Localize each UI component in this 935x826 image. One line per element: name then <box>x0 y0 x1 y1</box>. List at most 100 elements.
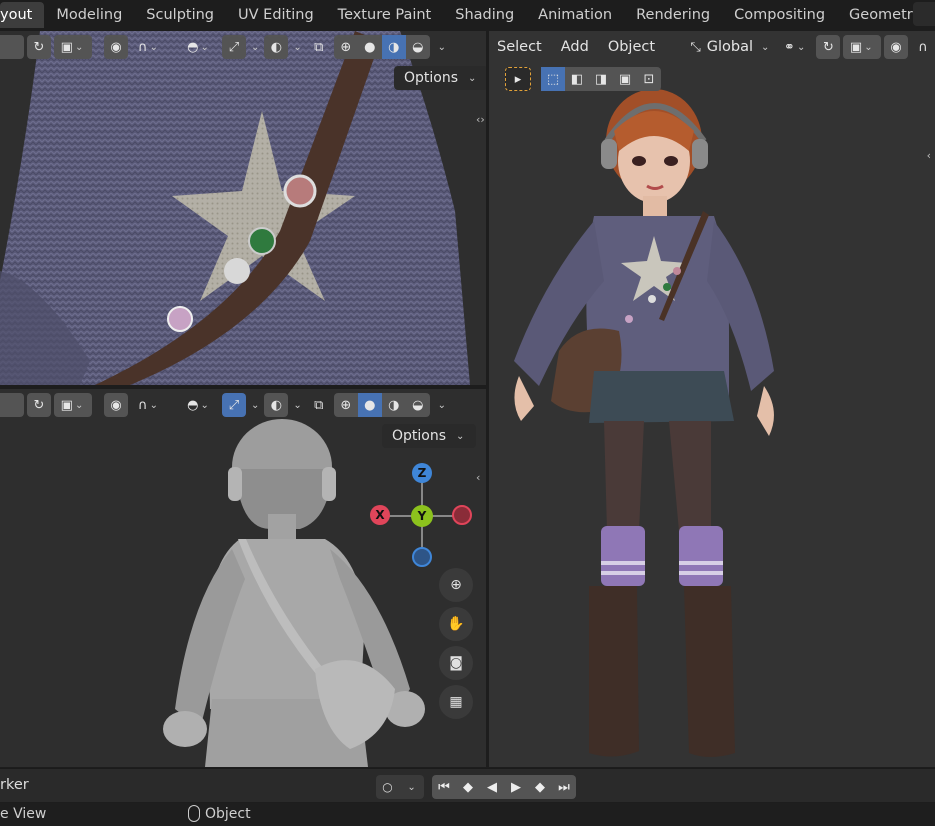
collapse-arrow-icon[interactable]: ‹ <box>476 471 480 484</box>
jump-start-icon[interactable]: ⏮ <box>432 775 456 799</box>
transform-orientation-dropdown[interactable]: ⤡ Global ⌄ <box>687 35 775 59</box>
pivot-icon[interactable]: ⚭ ⌄ <box>778 35 814 59</box>
chevron-down-icon: ⌄ <box>407 781 416 793</box>
falloff-icon[interactable]: ∩ ⌄ <box>131 393 167 417</box>
select-mode-row: ▸ ⬚ ◧ ◨ ▣ ⊡ <box>505 67 661 91</box>
character-render <box>489 31 935 767</box>
tab-uv-editing[interactable]: UV Editing <box>226 2 326 28</box>
tab-shading[interactable]: Shading <box>443 2 526 28</box>
tab-sculpting[interactable]: Sculpting <box>134 2 226 28</box>
orientation-label: Global <box>706 39 754 55</box>
falloff-icon[interactable]: ∩ ⌄ <box>131 35 167 59</box>
overlay-icon[interactable]: ◐ <box>264 35 289 59</box>
zoom-icon[interactable]: ⊕ <box>439 568 473 602</box>
snap-target-icon[interactable]: ▣ ⌄ <box>54 393 92 417</box>
select-intersect-icon[interactable]: ⊡ <box>637 67 661 91</box>
camera-icon[interactable]: ◙ <box>439 646 473 680</box>
grid-icon[interactable]: ▦ <box>439 685 473 719</box>
material-shading-icon[interactable]: ◑ <box>381 35 406 59</box>
gizmo-y-axis[interactable]: Y <box>411 505 433 527</box>
wireframe-shading-icon[interactable]: ⊕ <box>334 393 358 417</box>
navigation-gizmo[interactable]: Z X Y <box>368 463 476 571</box>
snap-toggle-icon[interactable]: ↻ <box>816 35 841 59</box>
selection-mode-group: ⬚ ◧ ◨ ▣ ⊡ <box>541 67 661 91</box>
chevron-down-icon: ⌄ <box>468 72 477 84</box>
gizmo-icon[interactable]: ⤢ <box>222 35 246 59</box>
overlay-dropdown[interactable]: ⌄ <box>291 393 303 417</box>
gizmo-dropdown[interactable]: ⌄ <box>249 393 261 417</box>
marker-menu[interactable]: rker <box>0 777 29 793</box>
gizmo-neg-z-axis[interactable] <box>412 547 432 567</box>
select-subtract-icon[interactable]: ◨ <box>589 67 613 91</box>
shading-dropdown[interactable]: ⌄ <box>433 35 451 59</box>
select-invert-icon[interactable]: ▣ <box>613 67 637 91</box>
keyframe-next-icon[interactable]: ◆ <box>528 775 552 799</box>
proportional-icon[interactable]: ◉ <box>104 35 128 59</box>
play-reverse-icon[interactable]: ◀ <box>480 775 504 799</box>
status-left-text: e View <box>0 806 47 822</box>
tab-rendering[interactable]: Rendering <box>624 2 722 28</box>
chevron-down-icon: ⌄ <box>761 41 770 53</box>
select-extend-icon[interactable]: ◧ <box>565 67 589 91</box>
viewport-main[interactable]: Select Add Object ⤡ Global ⌄ ⚭ ⌄ ↻ ▣ ⌄ ◉ ∩… <box>489 31 935 767</box>
viewport-clay[interactable]: ↻ ▣ ⌄ ◉ ∩ ⌄ ◓ ⌄ ⤢ ⌄ ◐ ⌄ ⧉ ⊕ ● ◑ ◒ ⌄ Options… <box>0 389 486 767</box>
tab-layout[interactable]: yout <box>0 2 45 28</box>
options-button[interactable]: Options ⌄ <box>382 424 477 448</box>
solid-shading-icon[interactable]: ● <box>357 393 382 417</box>
tab-texture-paint[interactable]: Texture Paint <box>326 2 444 28</box>
overlay-icon[interactable]: ◐ <box>264 393 289 417</box>
jump-end-icon[interactable]: ⏭ <box>552 775 576 799</box>
auto-keying-toggle[interactable]: ○ ⌄ <box>376 775 424 799</box>
select-tool-icon[interactable]: ▸ <box>505 67 531 91</box>
viewport-header-bottom: ↻ ▣ ⌄ ◉ ∩ ⌄ ◓ ⌄ ⤢ ⌄ ◐ ⌄ ⧉ ⊕ ● ◑ ◒ ⌄ <box>0 389 486 421</box>
xray-icon[interactable]: ⧉ <box>307 35 331 59</box>
snap-target-icon[interactable]: ▣ ⌄ <box>843 35 881 59</box>
menu-object[interactable]: Object <box>600 39 663 55</box>
sidebar-toggle-icon[interactable]: ‹ <box>927 149 931 162</box>
gizmo-x-axis[interactable]: X <box>370 505 390 525</box>
snap-toggle-icon[interactable]: ↻ <box>27 35 51 59</box>
rendered-shading-icon[interactable]: ◒ <box>406 393 430 417</box>
scene-selector[interactable] <box>913 2 935 26</box>
snap-target-icon[interactable]: ▣ ⌄ <box>54 35 92 59</box>
solid-shading-icon[interactable]: ● <box>358 35 382 59</box>
menu-select[interactable]: Select <box>489 39 550 55</box>
collapse-arrows-icon[interactable]: ‹› <box>476 113 485 126</box>
overlay-dropdown[interactable]: ⌄ <box>291 35 303 59</box>
play-icon[interactable]: ▶ <box>504 775 528 799</box>
material-shading-icon[interactable]: ◑ <box>382 393 406 417</box>
gizmo-z-axis[interactable]: Z <box>412 463 432 483</box>
shading-dropdown[interactable]: ⌄ <box>433 393 451 417</box>
viewport-closeup[interactable]: ↻ ▣ ⌄ ◉ ∩ ⌄ ◓ ⌄ ⤢ ⌄ ◐ ⌄ ⧉ ⊕ ● ◑ ◒ ⌄ Options… <box>0 31 486 385</box>
pan-hand-icon[interactable]: ✋ <box>439 607 473 641</box>
workspace-tab-bar: yout Modeling Sculpting UV Editing Textu… <box>0 0 935 30</box>
tab-compositing[interactable]: Compositing <box>722 2 837 28</box>
gizmo-icon[interactable]: ⤢ <box>222 393 246 417</box>
gizmo-dropdown[interactable]: ⌄ <box>249 35 261 59</box>
keyframe-prev-icon[interactable]: ◆ <box>456 775 480 799</box>
wireframe-shading-icon[interactable]: ⊕ <box>334 35 358 59</box>
menu-add[interactable]: Add <box>553 39 597 55</box>
tab-animation[interactable]: Animation <box>526 2 624 28</box>
visibility-icon[interactable]: ◓ ⌄ <box>179 35 219 59</box>
tab-modeling[interactable]: Modeling <box>44 2 134 28</box>
rendered-shading-icon[interactable]: ◒ <box>406 35 430 59</box>
shading-mode-group: ⊕ ● ◑ ◒ <box>333 393 430 417</box>
proportional-icon[interactable]: ◉ <box>884 35 908 59</box>
editor-type-icon[interactable] <box>0 393 24 417</box>
select-new-icon[interactable]: ⬚ <box>541 67 565 91</box>
chevron-down-icon: ⌄ <box>456 430 465 442</box>
visibility-icon[interactable]: ◓ ⌄ <box>179 393 219 417</box>
options-label: Options <box>392 428 447 444</box>
options-label: Options <box>404 70 459 86</box>
snap-toggle-icon[interactable]: ↻ <box>27 393 51 417</box>
gizmo-z-label: Z <box>417 466 427 480</box>
options-button[interactable]: Options ⌄ <box>394 66 486 90</box>
falloff-icon[interactable]: ∩ <box>911 35 935 59</box>
xray-icon[interactable]: ⧉ <box>307 393 331 417</box>
editor-type-icon[interactable] <box>0 35 24 59</box>
shading-mode-group: ⊕ ● ◑ ◒ <box>333 35 430 59</box>
gizmo-neg-x-axis[interactable] <box>452 505 472 525</box>
proportional-icon[interactable]: ◉ <box>104 393 128 417</box>
timeline-bar: rker ○ ⌄ ⏮ ◆ ◀ ▶ ◆ ⏭ <box>0 768 935 802</box>
